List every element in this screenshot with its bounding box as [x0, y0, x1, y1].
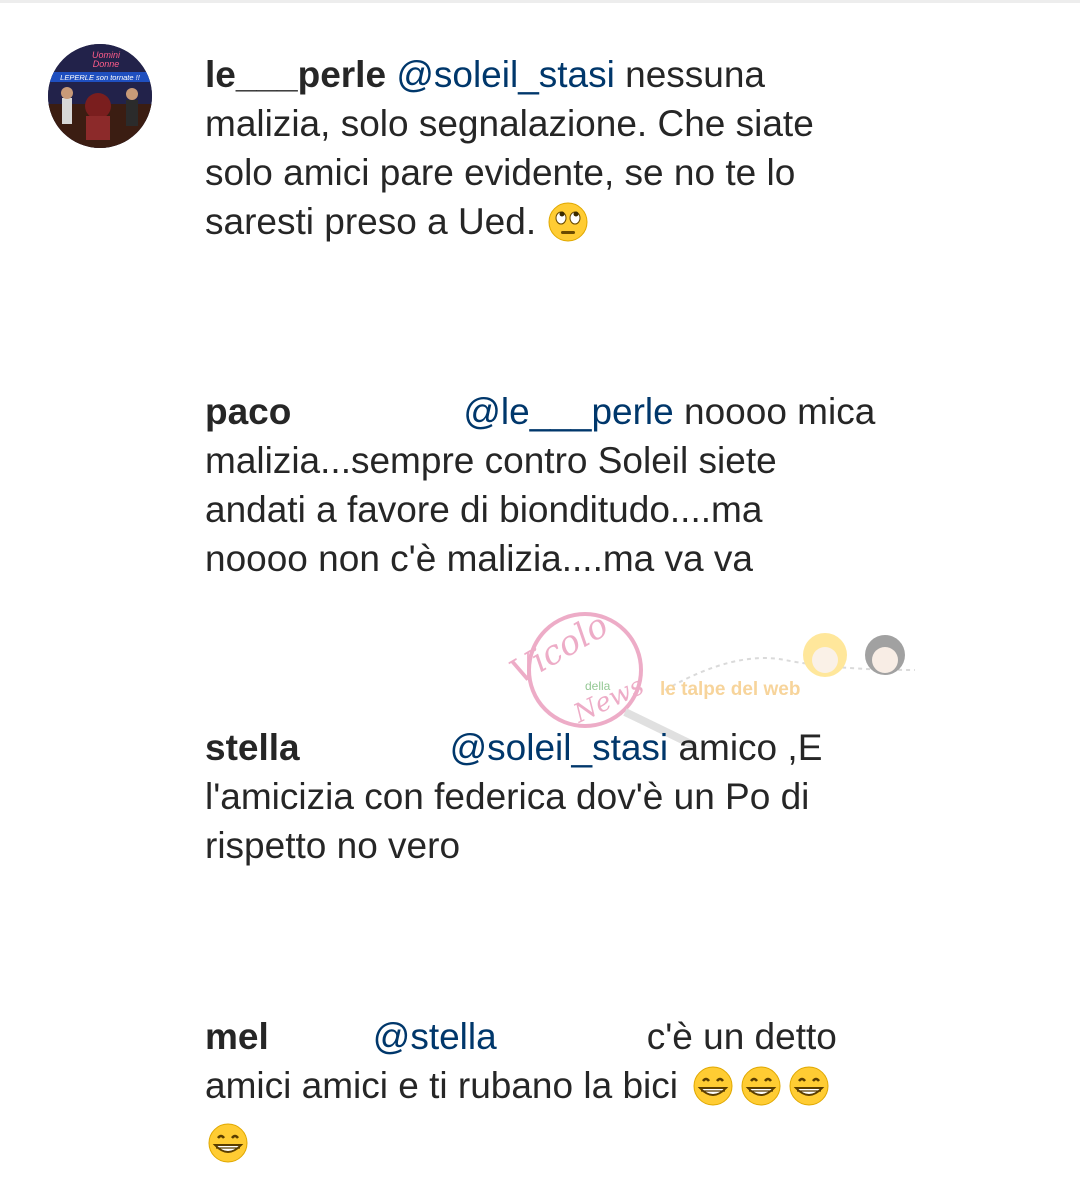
comment-text: amici amici e ti rubano la bici [205, 1065, 678, 1106]
comment-mention[interactable]: @le___perle [463, 391, 673, 432]
comment-username[interactable]: mel [205, 1016, 269, 1057]
comment-text: malizia...sempre contro Soleil siete [205, 440, 777, 481]
comment-line: le___perle @soleil_stasi nessuna [205, 50, 935, 99]
top-divider [0, 0, 1080, 3]
comment-username[interactable]: stella [205, 727, 300, 768]
comment-text: l'amicizia con federica dov'è un Po di [205, 776, 810, 817]
comment-mention[interactable]: @soleil_stasi [396, 54, 615, 95]
face-with-rolling-eyes-icon [548, 202, 588, 254]
comment-text: c'è un detto [646, 1016, 837, 1057]
grinning-face-icon [205, 1123, 251, 1175]
comment: paco @le___perle noooo mica malizia...sem… [205, 387, 935, 583]
grinning-face-icon [690, 1066, 736, 1118]
comment-text: noooo mica [684, 391, 876, 432]
watermark-logo-3: News [568, 671, 648, 730]
watermark-logo-1: Vicolo [504, 605, 616, 692]
comment-username[interactable]: paco [205, 391, 291, 432]
comment-text: solo amici pare evidente, se no te lo [205, 152, 796, 193]
comment-text: andati a favore di bionditudo....ma [205, 489, 763, 530]
grinning-face-icon [738, 1066, 784, 1118]
comment-mention[interactable]: @stella [373, 1016, 497, 1057]
comment-text: saresti preso a Ued. [205, 201, 537, 242]
watermark-logo-2: della [585, 679, 611, 693]
comment-text: malizia, solo segnalazione. Che siate [205, 103, 814, 144]
comment-text: rispetto no vero [205, 825, 461, 866]
avatar-banner: LEPERLE son tornate !! [60, 73, 141, 82]
comment-text: noooo non c'è malizia....ma va va [205, 538, 753, 579]
watermark-logo-4: le talpe del web [660, 679, 800, 700]
comment-username[interactable]: le___perle [205, 54, 386, 95]
comment: mel @stella c'è un detto amici amici e ti … [205, 1012, 935, 1175]
comment: stella @soleil_stasi amico ,E l'amicizia … [205, 723, 935, 870]
comment: le___perle @soleil_stasi nessuna malizia… [205, 50, 935, 254]
comment-mention[interactable]: @soleil_stasi [450, 727, 669, 768]
comment-text: nessuna [625, 54, 766, 95]
avatar-caption-2: Donne [93, 59, 120, 69]
avatar[interactable]: Uomini Donne LEPERLE son tornate !! [48, 44, 152, 148]
comment-text: amico ,E [678, 727, 823, 768]
grinning-face-icon [786, 1066, 832, 1118]
avatar-image: Uomini Donne LEPERLE son tornate !! [48, 44, 152, 148]
